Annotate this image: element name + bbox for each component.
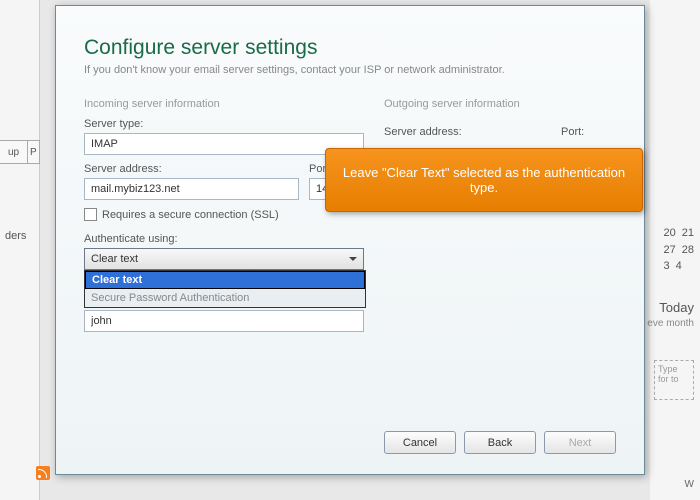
server-type-label: Server type: bbox=[84, 118, 364, 130]
tutorial-callout: Leave "Clear Text" selected as the authe… bbox=[325, 148, 643, 212]
dialog-subtitle: If you don't know your email server sett… bbox=[84, 64, 616, 76]
incoming-header: Incoming server information bbox=[84, 98, 364, 110]
ssl-checkbox-row[interactable]: Requires a secure connection (SSL) bbox=[84, 208, 364, 221]
bg-w-text: W bbox=[685, 479, 694, 490]
callout-text: Leave "Clear Text" selected as the authe… bbox=[342, 165, 626, 195]
logon-id-field[interactable] bbox=[84, 310, 364, 332]
bg-tab-p: P bbox=[28, 140, 40, 164]
cal-day: 27 bbox=[664, 242, 676, 259]
type-prompt-box: Type for to bbox=[654, 360, 694, 400]
cal-day: 28 bbox=[682, 242, 694, 259]
incoming-column: Incoming server information Server type:… bbox=[84, 98, 364, 332]
bg-text-ders: ders bbox=[0, 230, 26, 242]
bg-tab-up: up bbox=[0, 140, 28, 164]
next-button: Next bbox=[544, 431, 616, 454]
authenticate-label: Authenticate using: bbox=[84, 233, 364, 245]
cal-day: 3 bbox=[664, 258, 670, 275]
back-button[interactable]: Back bbox=[464, 431, 536, 454]
dropdown-item-spa[interactable]: Secure Password Authentication bbox=[85, 289, 365, 307]
calendar-fragment: 20 21 27 28 34 bbox=[664, 225, 695, 275]
ssl-checkbox[interactable] bbox=[84, 208, 97, 221]
out-port-label: Port: bbox=[561, 126, 616, 138]
outgoing-column: Outgoing server information Server addre… bbox=[384, 98, 616, 332]
dialog-button-row: Cancel Back Next bbox=[384, 431, 616, 454]
server-type-field[interactable] bbox=[84, 133, 364, 155]
ssl-label: Requires a secure connection (SSL) bbox=[102, 209, 279, 221]
background-sidebar-left bbox=[0, 0, 40, 500]
cal-day: 21 bbox=[682, 225, 694, 242]
dropdown-selected-text: Clear text bbox=[91, 253, 138, 265]
server-address-field[interactable] bbox=[84, 178, 299, 200]
dropdown-item-clear-text[interactable]: Clear text bbox=[85, 271, 365, 289]
today-heading: Today bbox=[659, 300, 694, 315]
server-address-label: Server address: bbox=[84, 163, 299, 175]
cal-day: 4 bbox=[676, 258, 682, 275]
dialog-title: Configure server settings bbox=[84, 36, 616, 60]
rss-icon bbox=[36, 466, 50, 480]
out-server-address-label: Server address: bbox=[384, 126, 551, 138]
cal-day: 20 bbox=[664, 225, 676, 242]
chevron-down-icon bbox=[349, 257, 357, 261]
outgoing-header: Outgoing server information bbox=[384, 98, 616, 110]
dropdown-list: Clear text Secure Password Authenticatio… bbox=[84, 270, 366, 308]
authenticate-dropdown[interactable]: Clear text Clear text Secure Password Au… bbox=[84, 248, 364, 270]
configure-server-dialog: Configure server settings If you don't k… bbox=[55, 5, 645, 475]
cancel-button[interactable]: Cancel bbox=[384, 431, 456, 454]
